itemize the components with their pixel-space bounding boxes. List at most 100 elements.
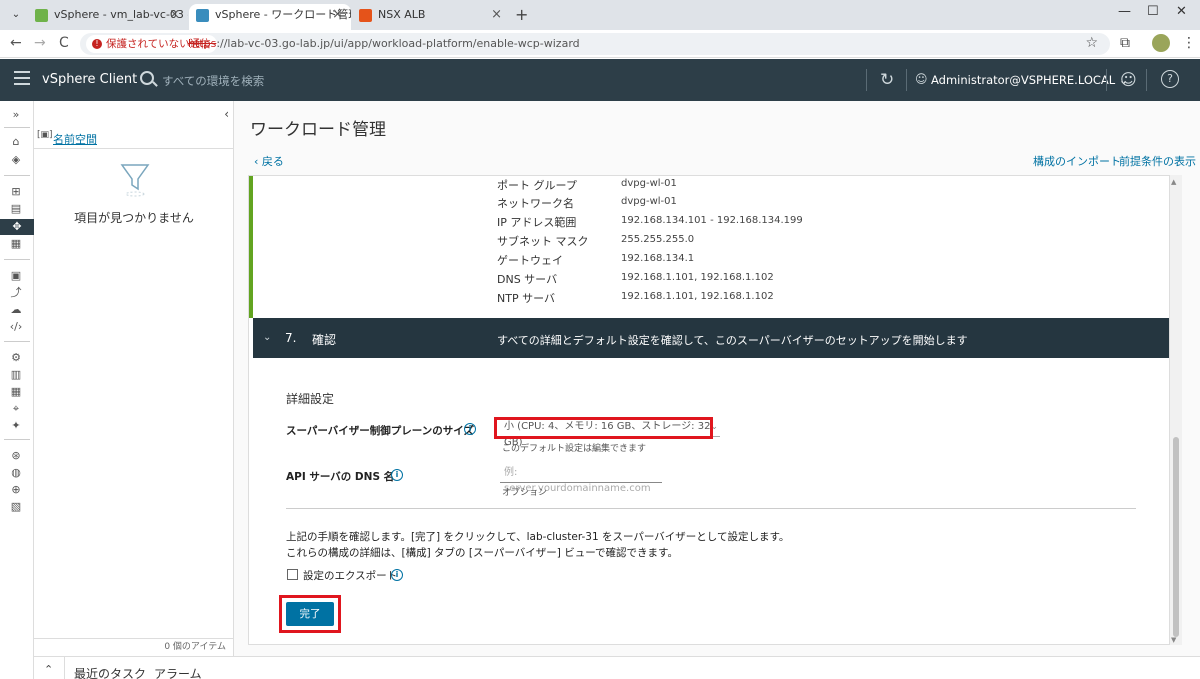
kv-label: ゲートウェイ [497, 254, 563, 267]
maximize-button[interactable]: ☐ [1147, 4, 1159, 19]
cp-size-label: スーパーバイザー制御プレーンのサイズ [286, 425, 474, 437]
scrollbar-thumb[interactable] [1173, 437, 1179, 637]
browser-tab-workload[interactable]: vSphere - ワークロード管理 × [189, 4, 351, 30]
user-menu[interactable]: Administrator@VSPHERE.LOCAL ⌄ [931, 73, 1128, 87]
close-tab-icon[interactable]: × [332, 4, 343, 26]
add-icon[interactable]: ⊕ [9, 483, 23, 497]
browser-tab-strip: ⌄ vSphere - vm_lab-vc-03 - 仮想マ × vSphere… [0, 0, 1200, 30]
kv-label: ポート グループ [497, 179, 577, 192]
kv-label: ネットワーク名 [497, 197, 574, 210]
reload-button[interactable]: C [59, 35, 69, 51]
browser-tab-nsx[interactable]: NSX ALB × [352, 4, 510, 30]
step-name: 確認 [312, 333, 337, 347]
bottom-bar: ⌃ 最近のタスク アラーム [34, 656, 1200, 679]
developer-icon[interactable]: ‹/› [9, 320, 23, 334]
url-text: https://lab-vc-03.go-lab.jp/ui/app/workl… [188, 37, 580, 50]
browser-menu-icon[interactable]: ⋮ [1182, 35, 1196, 51]
info-icon[interactable]: i [391, 569, 403, 581]
help-icon[interactable]: ? [1161, 70, 1179, 88]
info-icon[interactable]: i [391, 469, 403, 481]
hamburger-menu-icon[interactable] [14, 71, 30, 87]
new-tab-button[interactable]: + [515, 5, 528, 24]
minimize-button[interactable]: — [1118, 4, 1131, 19]
namespace-link[interactable]: 名前空間 [53, 131, 97, 147]
kv-value: 192.168.1.101, 192.168.1.102 [621, 291, 774, 302]
back-link[interactable]: ‹ 戻る [254, 153, 284, 169]
cp-size-helper: このデフォルト設定は編集できます [502, 444, 647, 454]
tab-recent-tasks[interactable]: 最近のタスク [74, 665, 146, 679]
expand-bottom-panel-icon[interactable]: ⌃ [44, 663, 53, 676]
confirm-note-2: これらの構成の詳細は、[構成] タブの [スーパーバイザー] ビューで確認できま… [286, 547, 679, 559]
show-prerequisites-link[interactable]: 前提条件の表示 [1119, 153, 1196, 169]
highlight-box [494, 417, 713, 439]
browser-profile-avatar[interactable] [1152, 34, 1170, 52]
tab-title: vSphere - ワークロード管理 [215, 8, 351, 21]
tab-title: NSX ALB [378, 8, 426, 21]
kv-value: dvpg-wl-01 [621, 196, 677, 207]
brand-title: vSphere Client [42, 72, 138, 87]
section-title: 詳細設定 [286, 392, 335, 406]
shortcuts-icon[interactable]: ◈ [9, 153, 23, 167]
kv-value: 255.255.255.0 [621, 234, 695, 245]
lifecycle-icon[interactable]: ⤴ [9, 286, 23, 300]
export-config-checkbox[interactable] [287, 569, 298, 580]
info-icon[interactable]: i [464, 423, 476, 435]
back-button[interactable]: ← [10, 35, 22, 51]
globe-icon[interactable]: ◍ [9, 466, 23, 480]
step-7-header[interactable]: ⌄ 7. 確認 すべての詳細とデフォルト設定を確認して、このスーパーバイザーのセ… [253, 318, 1169, 358]
tags-icon[interactable]: ⌖ [9, 402, 23, 416]
collapse-panel-icon[interactable]: ‹ [224, 107, 229, 121]
storage-icon[interactable]: ▦ [9, 237, 23, 251]
browser-tab-vm[interactable]: vSphere - vm_lab-vc-03 - 仮想マ × [28, 4, 188, 30]
bookmark-star-icon[interactable]: ☆ [1085, 35, 1098, 51]
vsphere-header: vSphere Client すべての環境を検索 ↻ ☺ Administrat… [0, 59, 1200, 101]
extensions-icon[interactable]: ⧉ [1120, 35, 1130, 51]
tasks-icon[interactable]: ▥ [9, 368, 23, 382]
expand-rail-icon[interactable]: » [9, 108, 23, 122]
confirm-note-1: 上記の手順を確認します。[完了] をクリックして、lab-cluster-31 … [286, 531, 790, 543]
kv-label: IP アドレス範囲 [497, 216, 577, 229]
cloud-icon[interactable]: ☁ [9, 303, 23, 317]
inventory-tree-panel: ‹ [▣] 名前空間 項目が見つかりません 0 個のアイテム [34, 101, 234, 656]
workload-management-icon[interactable]: ✥ [0, 219, 34, 235]
policies-icon[interactable]: ▣ [9, 269, 23, 283]
main-content: ワークロード管理 ‹ 戻る 構成のインポート 前提条件の表示 ポート グループ … [234, 101, 1200, 656]
administration-icon[interactable]: ⚙ [9, 351, 23, 365]
network-icon[interactable]: ⊛ [9, 449, 23, 463]
scroll-down-icon[interactable]: ▼ [1171, 636, 1176, 644]
empty-filter-icon [120, 164, 150, 197]
forward-button[interactable]: → [34, 35, 46, 51]
vms-templates-icon[interactable]: ▤ [9, 202, 23, 216]
tab-alarms[interactable]: アラーム [154, 665, 202, 679]
kv-value: 192.168.134.1 [621, 253, 695, 264]
hosts-clusters-icon[interactable]: ⊞ [9, 185, 23, 199]
address-bar: ← → C ! 保護されていない通信 https://lab-vc-03.go-… [0, 30, 1200, 58]
dns-name-input[interactable]: 例: server.yourdomainname.com [500, 465, 662, 494]
step-number: 7. [285, 331, 297, 345]
clipboard-icon[interactable]: ▧ [9, 500, 23, 514]
tab-search-icon[interactable]: ⌄ [6, 5, 26, 25]
chevron-down-icon: ⌄ [263, 332, 272, 343]
empty-message: 項目が見つかりません [74, 211, 194, 225]
scroll-up-icon[interactable]: ▲ [1171, 178, 1176, 186]
url-field[interactable]: ! 保護されていない通信 https://lab-vc-03.go-lab.jp… [80, 33, 1110, 55]
user-icon: ☺ [915, 72, 928, 86]
home-icon[interactable]: ⌂ [9, 135, 23, 149]
close-tab-icon[interactable]: × [491, 4, 502, 26]
export-config-label[interactable]: 設定のエクスポート [303, 568, 397, 583]
refresh-icon[interactable]: ↻ [880, 70, 894, 90]
vsphere-favicon-icon [196, 9, 209, 22]
warning-icon: ! [92, 39, 102, 49]
tree-header: [▣] 名前空間 [34, 127, 234, 149]
events-icon[interactable]: ▦ [9, 385, 23, 399]
import-config-link[interactable]: 構成のインポート [1033, 153, 1121, 169]
finish-button[interactable]: 完了 [286, 602, 334, 626]
close-window-button[interactable]: ✕ [1176, 4, 1187, 19]
vsphere-favicon-icon [35, 9, 48, 22]
feedback-icon[interactable]: ☺ [1120, 70, 1137, 89]
plugins-icon[interactable]: ✦ [9, 419, 23, 433]
close-tab-icon[interactable]: × [169, 4, 180, 26]
step-description: すべての詳細とデフォルト設定を確認して、このスーパーバイザーのセットアップを開始… [497, 334, 968, 347]
global-search-input[interactable]: すべての環境を検索 [162, 73, 264, 89]
search-icon[interactable] [140, 71, 154, 85]
